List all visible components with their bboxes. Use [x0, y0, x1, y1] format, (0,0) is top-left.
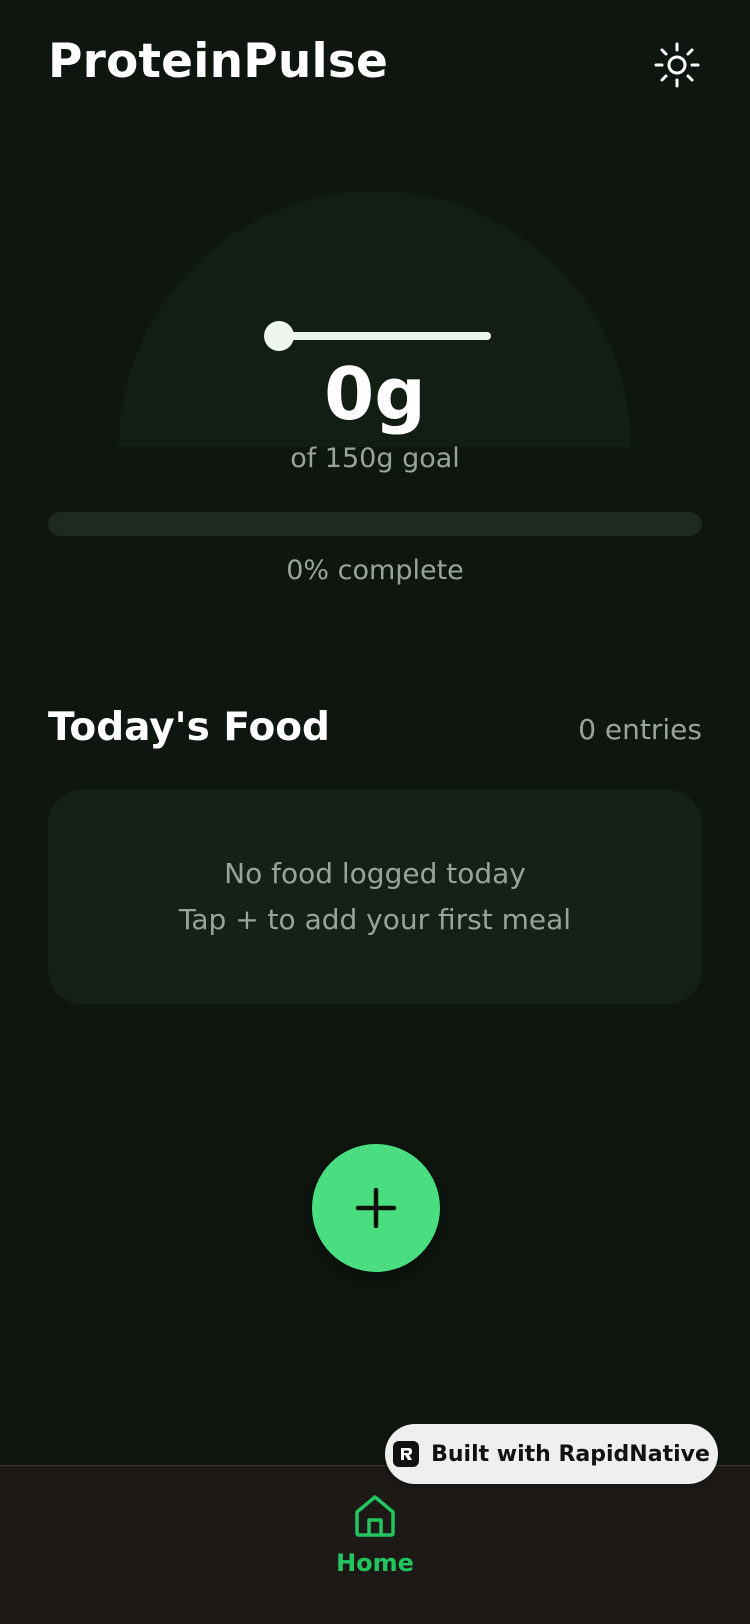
todays-food-title: Today's Food: [48, 705, 330, 750]
home-screen: ProteinPulse 0g of 150g goal 0% complete…: [0, 0, 750, 1624]
tab-home[interactable]: Home: [325, 1493, 425, 1577]
protein-consumed-value: 0g: [324, 352, 426, 436]
rapidnative-logo-icon: [393, 1441, 420, 1467]
gauge-needle-knob: [264, 321, 294, 351]
tab-home-label: Home: [336, 1549, 414, 1577]
empty-state-hint: Tap + to add your first meal: [178, 903, 572, 936]
add-food-button[interactable]: [312, 1144, 440, 1272]
built-with-badge[interactable]: Built with RapidNative: [385, 1424, 718, 1484]
plus-icon: [355, 1187, 397, 1229]
progress-percent-text: 0% complete: [286, 555, 464, 586]
home-icon: [355, 1495, 395, 1537]
theme-toggle-button[interactable]: [652, 40, 702, 90]
entries-count: 0 entries: [578, 713, 702, 746]
protein-goal-text: of 150g goal: [290, 443, 460, 474]
app-title: ProteinPulse: [48, 34, 389, 89]
built-with-badge-text: Built with RapidNative: [431, 1441, 710, 1467]
empty-food-card: No food logged today Tap + to add your f…: [48, 790, 702, 1004]
sun-icon: [654, 42, 700, 88]
empty-state-title: No food logged today: [224, 857, 526, 890]
progress-bar: [48, 512, 702, 536]
